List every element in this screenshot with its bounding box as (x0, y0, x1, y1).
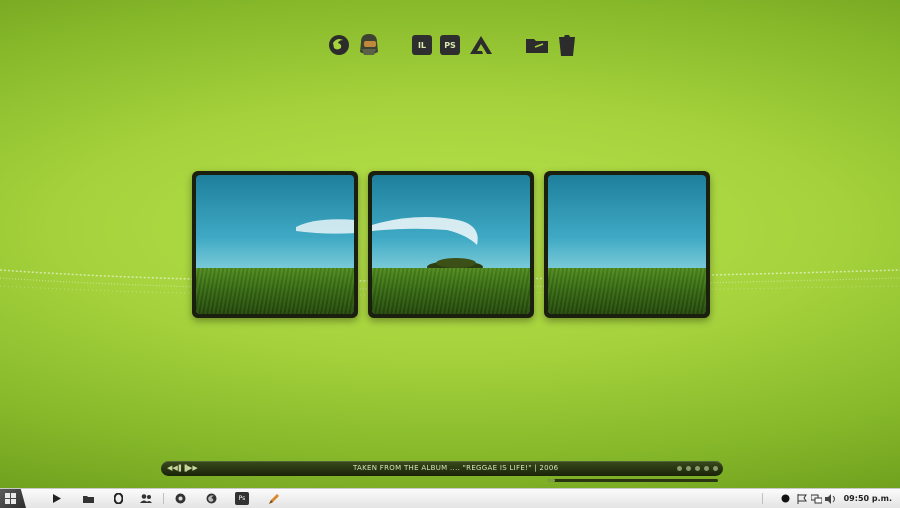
sky-grass-photo-right (548, 175, 706, 314)
photo-frame-right (544, 171, 710, 318)
illustrator-icon[interactable]: IL (412, 35, 432, 55)
player-option-dot[interactable] (677, 466, 682, 471)
previous-track-icon[interactable]: ◀◀ (167, 464, 178, 473)
trash-icon[interactable] (554, 32, 580, 58)
master-chief-icon[interactable] (356, 32, 382, 58)
sky-grass-photo-left (196, 175, 354, 314)
player-option-dot[interactable] (695, 466, 700, 471)
volume-tray-icon[interactable] (824, 492, 838, 505)
photoshop-taskbar-icon[interactable]: Ps (235, 492, 249, 505)
player-option-dot[interactable] (713, 466, 718, 471)
firefox-icon[interactable] (326, 32, 352, 58)
photo-frame-center (368, 171, 534, 318)
photoshop-label: PS (444, 40, 456, 50)
opera-icon[interactable] (111, 492, 125, 505)
photoshop-taskbar-label: Ps (238, 494, 246, 502)
taskbar-separator (163, 493, 164, 504)
player-option-dot[interactable] (704, 466, 709, 471)
network-tray-icon[interactable] (809, 492, 823, 505)
contacts-icon[interactable] (139, 492, 153, 505)
taskbar-separator (762, 493, 763, 504)
flag-tray-icon[interactable] (795, 492, 809, 505)
photo-frame-left (192, 171, 358, 318)
autodesk-icon[interactable] (468, 32, 494, 58)
sky-tree-photo-center (372, 175, 530, 314)
now-playing-text: TAKEN FROM THE ALBUM .... "REGGAE IS LIF… (353, 464, 559, 472)
illustrator-label: IL (417, 40, 427, 50)
dock-group-adobe: IL PS (412, 28, 498, 62)
track-seek-progress (548, 479, 555, 482)
media-play-icon[interactable] (50, 492, 64, 505)
folder-icon[interactable] (524, 32, 550, 58)
record-tray-icon[interactable] (778, 492, 792, 505)
next-track-icon[interactable]: ▶▶ (187, 464, 198, 473)
track-seek-bar[interactable] (548, 479, 718, 482)
taskbar-clock[interactable]: 09:50 p.m. (844, 493, 892, 504)
pause-icon[interactable]: ❚❚ (177, 464, 189, 473)
taskbar: Ps 09:50 p.m. (0, 488, 900, 508)
windows-logo-icon (5, 493, 16, 504)
firefox-taskbar-icon[interactable] (204, 492, 218, 505)
player-option-dot[interactable] (686, 466, 691, 471)
explorer-icon[interactable] (81, 492, 95, 505)
start-button[interactable] (0, 489, 26, 508)
chrome-icon[interactable] (173, 492, 187, 505)
dock-group-system (524, 28, 584, 62)
dock-group-browsers (326, 28, 386, 62)
media-player-bar: ◀◀ ❚❚ ▶▶ TAKEN FROM THE ALBUM .... "REGG… (161, 461, 723, 476)
photoshop-icon[interactable]: PS (440, 35, 460, 55)
pencil-app-icon[interactable] (267, 492, 281, 505)
